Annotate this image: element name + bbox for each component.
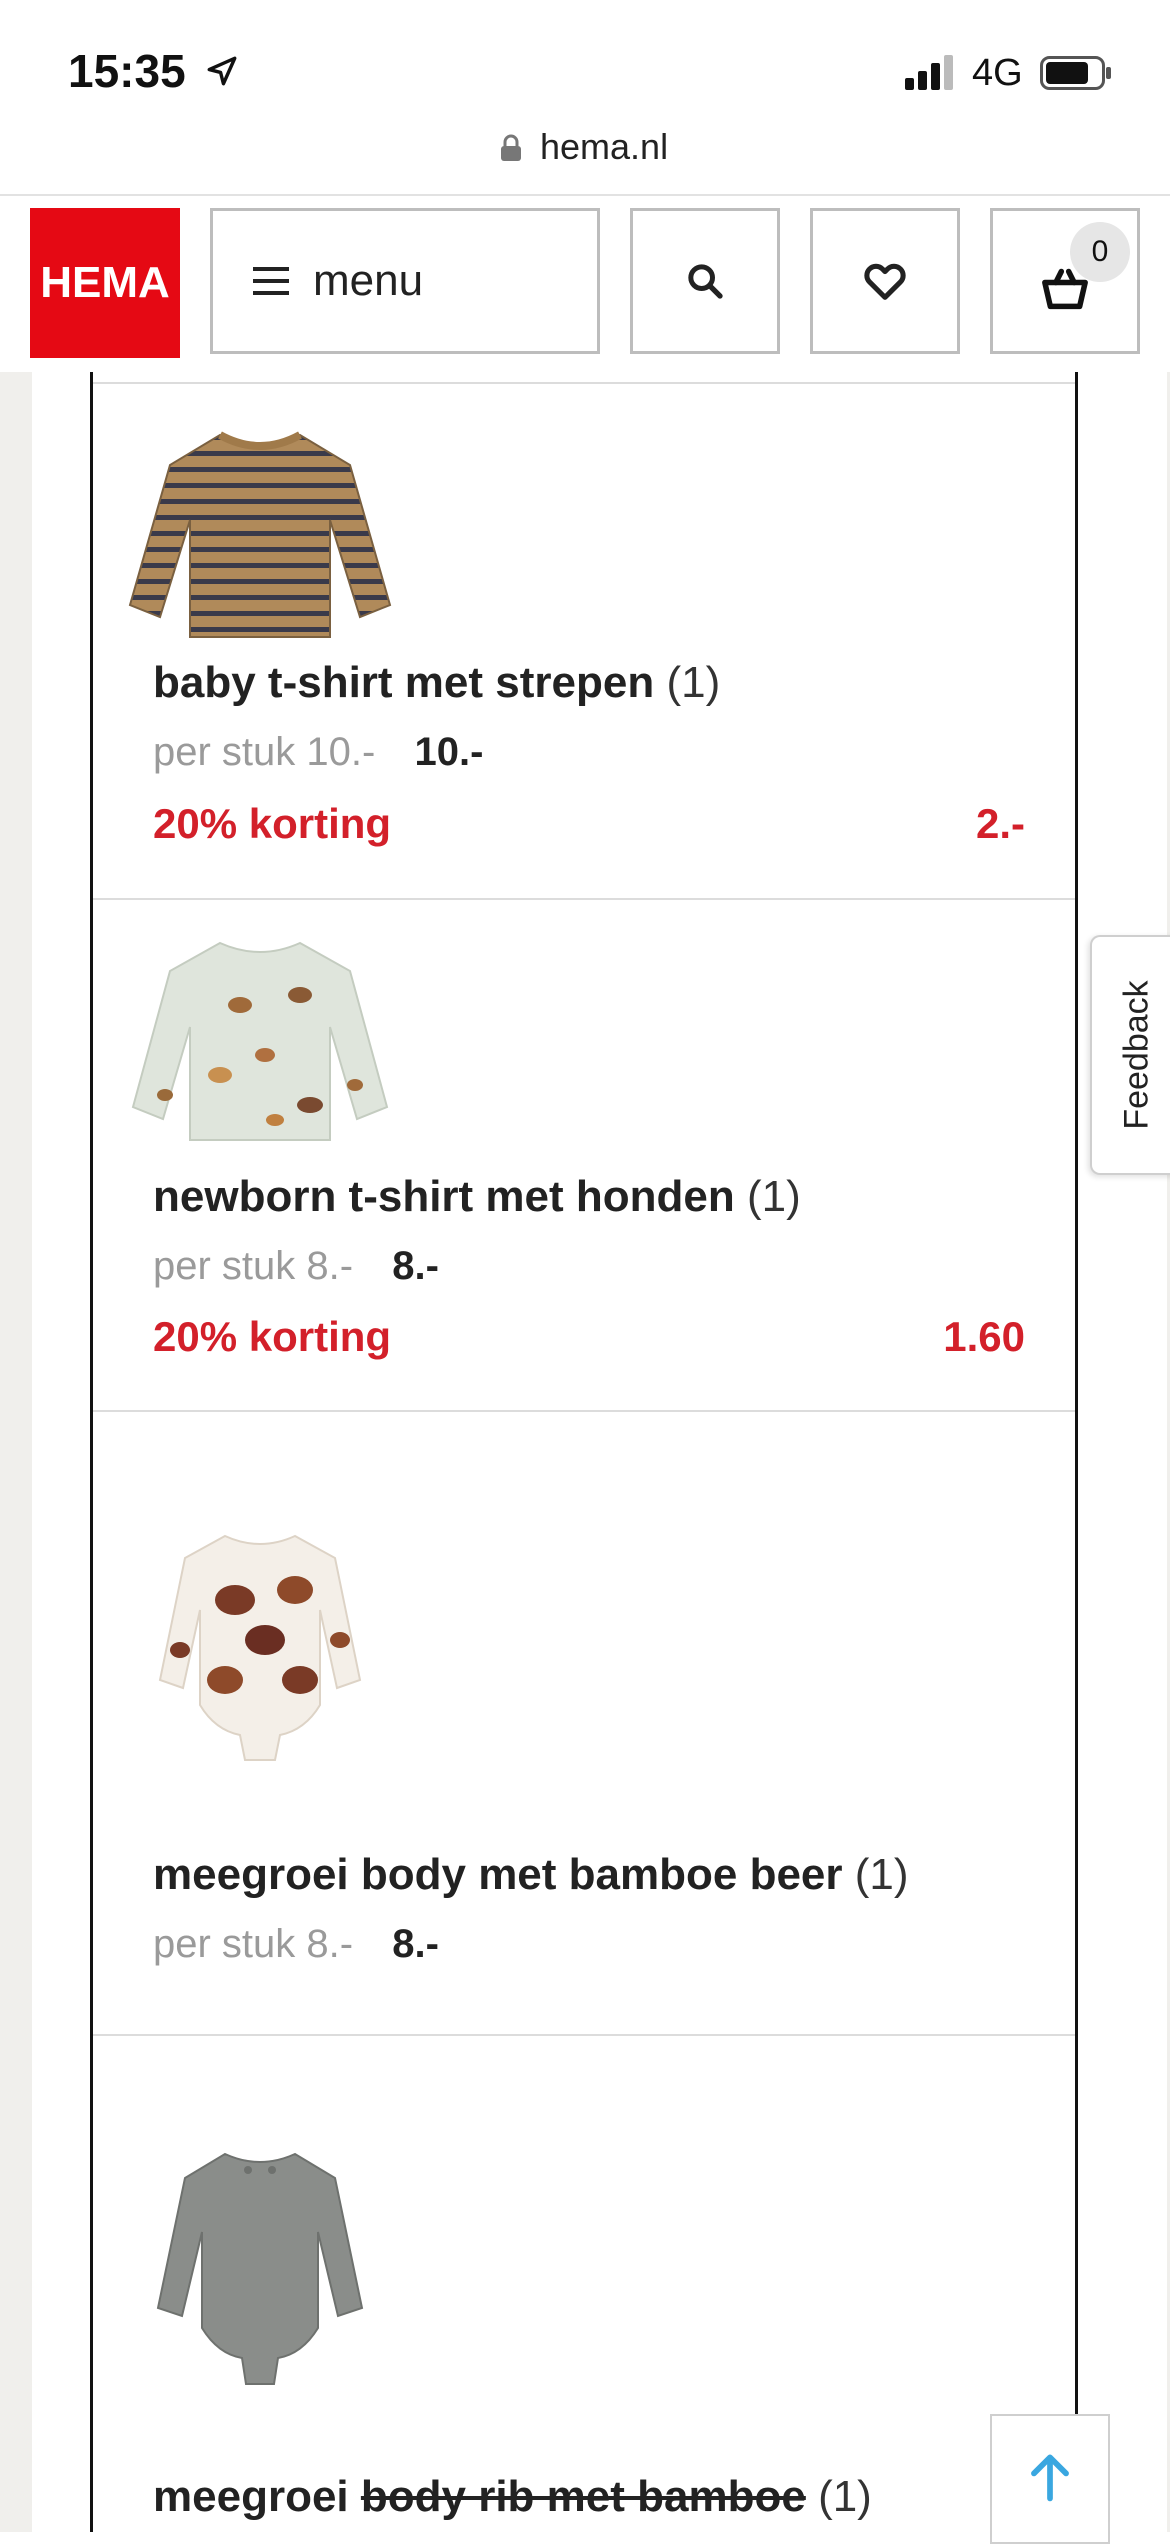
divider: [93, 2034, 1075, 2036]
product-qty: (1): [818, 2472, 872, 2521]
search-icon: [688, 264, 723, 299]
product-qty: (1): [666, 658, 721, 707]
divider: [93, 1410, 1075, 1412]
product-price-row: per stuk 10.- 10.-: [153, 730, 483, 775]
product-image-striped-shirt[interactable]: [125, 425, 395, 645]
discount-amount: 2.-: [975, 800, 1025, 847]
line-price: 8.-: [392, 1922, 439, 1966]
unit-label: per stuk: [153, 1922, 296, 1966]
product-qty: (1): [747, 1172, 801, 1221]
unit-price: 10.-: [306, 730, 376, 774]
product-image-bear-bodysuit[interactable]: [155, 1530, 365, 1765]
product-name[interactable]: baby t-shirt met strepen (1): [153, 658, 720, 708]
product-name[interactable]: meegroei body met bamboe beer (1): [153, 1850, 909, 1900]
menu-button[interactable]: menu: [210, 208, 600, 354]
discount-label: 20% korting: [153, 1313, 392, 1360]
network-type: 4G: [972, 52, 1023, 94]
wishlist-button[interactable]: [810, 208, 960, 354]
product-price-row: per stuk 8.- 8.-: [153, 1244, 439, 1289]
unit-price: 8.-: [306, 1922, 354, 1966]
hema-logo[interactable]: HEMA: [30, 208, 180, 358]
cart-count-badge: 0: [1070, 222, 1130, 282]
status-time: 15:35: [68, 45, 186, 97]
product-name[interactable]: newborn t-shirt met honden (1): [153, 1172, 801, 1222]
location-arrow-icon: [207, 56, 237, 86]
arrow-up-icon: [1031, 2454, 1069, 2502]
discount-label: 20% korting: [153, 800, 392, 847]
hamburger-icon: [253, 267, 289, 295]
search-button[interactable]: [630, 208, 780, 354]
url-text[interactable]: hema.nl: [540, 126, 668, 168]
product-price-row: per stuk 8.- 8.-: [153, 1922, 439, 1967]
product-name-text[interactable]: baby t-shirt met strepen: [153, 658, 654, 707]
product-name[interactable]: meegroei body rib met bamboe (1): [153, 2472, 872, 2522]
divider: [93, 382, 1075, 384]
product-name-text[interactable]: newborn t-shirt met honden: [153, 1172, 735, 1221]
line-price: 10.-: [414, 730, 484, 774]
cellular-signal-icon: [905, 55, 953, 90]
battery-icon: [1040, 56, 1111, 90]
menu-label: menu: [313, 256, 424, 305]
product-name-text-struck[interactable]: body rib met bamboe: [361, 2472, 806, 2521]
unit-label: per stuk: [153, 730, 296, 774]
discount-amount: 1.60: [943, 1313, 1025, 1360]
product-qty: (1): [854, 1850, 909, 1899]
feedback-label: Feedback: [1117, 980, 1156, 1130]
divider: [93, 898, 1075, 900]
product-image-dog-shirt[interactable]: [125, 935, 395, 1145]
unit-price: 8.-: [306, 1244, 354, 1288]
back-to-top-button[interactable]: [990, 2414, 1110, 2544]
product-name-text[interactable]: meegroei: [153, 2472, 361, 2521]
product-image-grey-bodysuit[interactable]: [150, 2148, 370, 2388]
unit-label: per stuk: [153, 1244, 296, 1288]
heart-icon: [864, 263, 906, 300]
line-price: 8.-: [392, 1244, 439, 1288]
lock-icon: [501, 134, 521, 161]
product-name-text[interactable]: meegroei body met bamboe beer: [153, 1850, 843, 1899]
feedback-tab[interactable]: Feedback: [1090, 935, 1170, 1175]
